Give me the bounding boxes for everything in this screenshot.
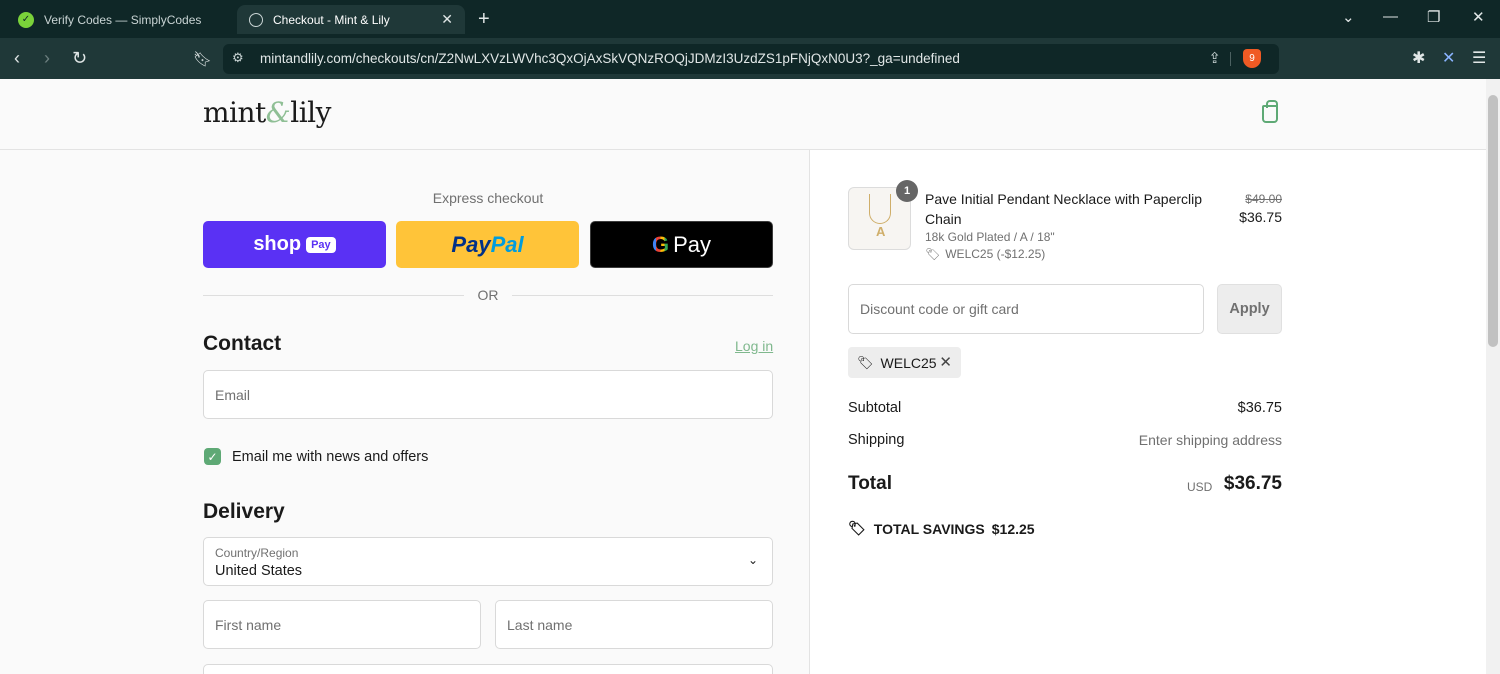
- original-price: $49.00: [1245, 192, 1282, 206]
- or-separator: OR: [477, 287, 499, 303]
- extensions-icon[interactable]: ✱: [1412, 48, 1425, 68]
- email-field[interactable]: Email: [203, 370, 773, 419]
- savings-label: TOTAL SAVINGS: [873, 520, 985, 537]
- address-bar[interactable]: ⚙ mintandlily.com/checkouts/cn/Z2NwLXVzL…: [223, 44, 1279, 74]
- restore-icon[interactable]: ❐: [1427, 8, 1440, 26]
- total-savings: 🏷︎ TOTAL SAVINGS $12.25: [848, 520, 1035, 537]
- necklace-chain-graphic: [869, 194, 891, 224]
- menu-icon[interactable]: ☰: [1472, 48, 1486, 68]
- newsletter-checkbox[interactable]: ✓: [204, 448, 221, 465]
- simplycodes-icon: ✓: [18, 11, 34, 28]
- forward-icon[interactable]: ›: [44, 48, 50, 69]
- brave-shields-icon[interactable]: 9: [1243, 49, 1261, 68]
- total-label: Total: [848, 473, 892, 494]
- tab-simplycodes[interactable]: ✓ Verify Codes — SimplyCodes: [6, 5, 232, 34]
- logo-amp: &: [265, 96, 291, 129]
- divider: [1230, 52, 1231, 66]
- last-name-field[interactable]: Last name: [495, 600, 773, 649]
- paypal-text: Pal: [490, 231, 524, 257]
- subtotal-row: Subtotal $36.75: [848, 400, 1282, 416]
- logo-text: mint: [203, 96, 266, 129]
- discount-placeholder: Discount code or gift card: [860, 301, 1019, 317]
- email-placeholder: Email: [215, 387, 251, 403]
- newsletter-label[interactable]: Email me with news and offers: [232, 449, 428, 465]
- country-select[interactable]: Country/Region United States ⌄: [203, 537, 773, 586]
- delivery-heading: Delivery: [203, 500, 285, 523]
- checkout-page: mint&lily Express checkout shop Pay Pay Pa…: [0, 79, 1486, 674]
- express-checkout-label: Express checkout: [432, 190, 544, 206]
- divider: [512, 295, 773, 296]
- shopping-bag-icon[interactable]: [1262, 100, 1278, 123]
- shop-pay-text: shop: [253, 233, 302, 255]
- paypal-button[interactable]: Pay Pal: [396, 221, 579, 268]
- reload-icon[interactable]: ↻: [72, 48, 87, 69]
- product-discount-text: WELC25 (-$12.25): [945, 247, 1046, 261]
- site-settings-icon[interactable]: ⚙: [232, 50, 244, 66]
- shipping-value: Enter shipping address: [1138, 432, 1282, 448]
- product-name: Pave Initial Pendant Necklace with Paper…: [925, 191, 1203, 227]
- tab-checkout[interactable]: Checkout - Mint & Lily ✕: [237, 5, 465, 34]
- checkout-form: Express checkout shop Pay Pay Pal G Pay OR …: [0, 150, 810, 674]
- tab-title: Verify Codes — SimplyCodes: [44, 12, 202, 27]
- globe-icon: [249, 12, 263, 27]
- contact-heading: Contact: [203, 332, 282, 355]
- shipping-row: Shipping Enter shipping address: [848, 432, 1282, 448]
- tab-list-chevron-icon[interactable]: ⌄: [1342, 8, 1355, 26]
- google-pay-text: Pay: [673, 231, 712, 257]
- country-value: United States: [215, 563, 303, 579]
- back-icon[interactable]: ‹: [14, 48, 20, 69]
- new-tab-icon[interactable]: +: [478, 8, 490, 31]
- divider: [203, 295, 464, 296]
- country-label: Country/Region: [215, 546, 299, 560]
- product-variant: 18k Gold Plated / A / 18": [925, 230, 1055, 244]
- last-name-placeholder: Last name: [507, 617, 573, 633]
- total-currency: USD: [1187, 480, 1213, 494]
- tag-icon: 🏷︎: [857, 354, 874, 370]
- page-scrollbar[interactable]: [1486, 79, 1500, 674]
- savings-value: $12.25: [991, 520, 1035, 537]
- google-g-icon: G: [651, 231, 670, 257]
- tag-icon: 🏷︎: [925, 247, 941, 261]
- total-value: $36.75: [1223, 473, 1282, 494]
- remove-code-icon[interactable]: ✕: [939, 353, 952, 371]
- browser-toolbar: ‹ › ↻ 🔖︎ ⚙ mintandlily.com/checkouts/cn/…: [0, 38, 1500, 79]
- product-discount: 🏷︎ WELC25 (-$12.25): [925, 247, 1045, 261]
- login-link[interactable]: Log in: [735, 338, 773, 354]
- subtotal-value: $36.75: [1237, 400, 1282, 416]
- applied-code-text: WELC25: [880, 354, 937, 371]
- shop-pay-pill: Pay: [306, 236, 336, 253]
- shop-pay-button[interactable]: shop Pay: [203, 221, 386, 268]
- minimize-icon[interactable]: —: [1383, 8, 1398, 25]
- discount-code-input[interactable]: Discount code or gift card: [848, 284, 1204, 334]
- discounted-price: $36.75: [1239, 209, 1282, 225]
- tag-icon: 🏷︎: [848, 520, 866, 536]
- close-tab-icon[interactable]: ✕: [441, 11, 453, 28]
- apply-discount-button[interactable]: Apply: [1217, 284, 1282, 334]
- first-name-placeholder: First name: [215, 617, 282, 633]
- first-name-field[interactable]: First name: [203, 600, 481, 649]
- pendant-graphic: A: [876, 224, 886, 239]
- url-text[interactable]: mintandlily.com/checkouts/cn/Z2NwLXVzLWV…: [260, 51, 960, 66]
- address-field[interactable]: [203, 664, 773, 674]
- paypal-text: Pay: [451, 231, 491, 257]
- extension-x-icon[interactable]: ✕: [1442, 48, 1455, 68]
- logo-text: lily: [290, 96, 331, 129]
- subtotal-label: Subtotal: [848, 400, 902, 416]
- tab-title: Checkout - Mint & Lily: [273, 12, 390, 27]
- order-summary: A 1 Pave Initial Pendant Necklace with P…: [811, 150, 1486, 674]
- google-pay-button[interactable]: G Pay: [590, 221, 773, 268]
- bookmark-icon[interactable]: 🔖︎: [193, 50, 212, 68]
- browser-tab-bar: ✓ Verify Codes — SimplyCodes Checkout - …: [0, 0, 1500, 38]
- close-window-icon[interactable]: ✕: [1472, 8, 1485, 26]
- quantity-badge: 1: [896, 180, 918, 202]
- store-logo[interactable]: mint&lily: [203, 96, 331, 129]
- store-header: mint&lily: [0, 79, 1486, 150]
- applied-code-chip: 🏷︎ WELC25 ✕: [848, 347, 961, 378]
- chevron-down-icon: ⌄: [747, 553, 758, 567]
- share-icon[interactable]: ⇪: [1208, 49, 1221, 67]
- shipping-label: Shipping: [848, 432, 905, 448]
- scrollbar-thumb[interactable]: [1488, 95, 1498, 347]
